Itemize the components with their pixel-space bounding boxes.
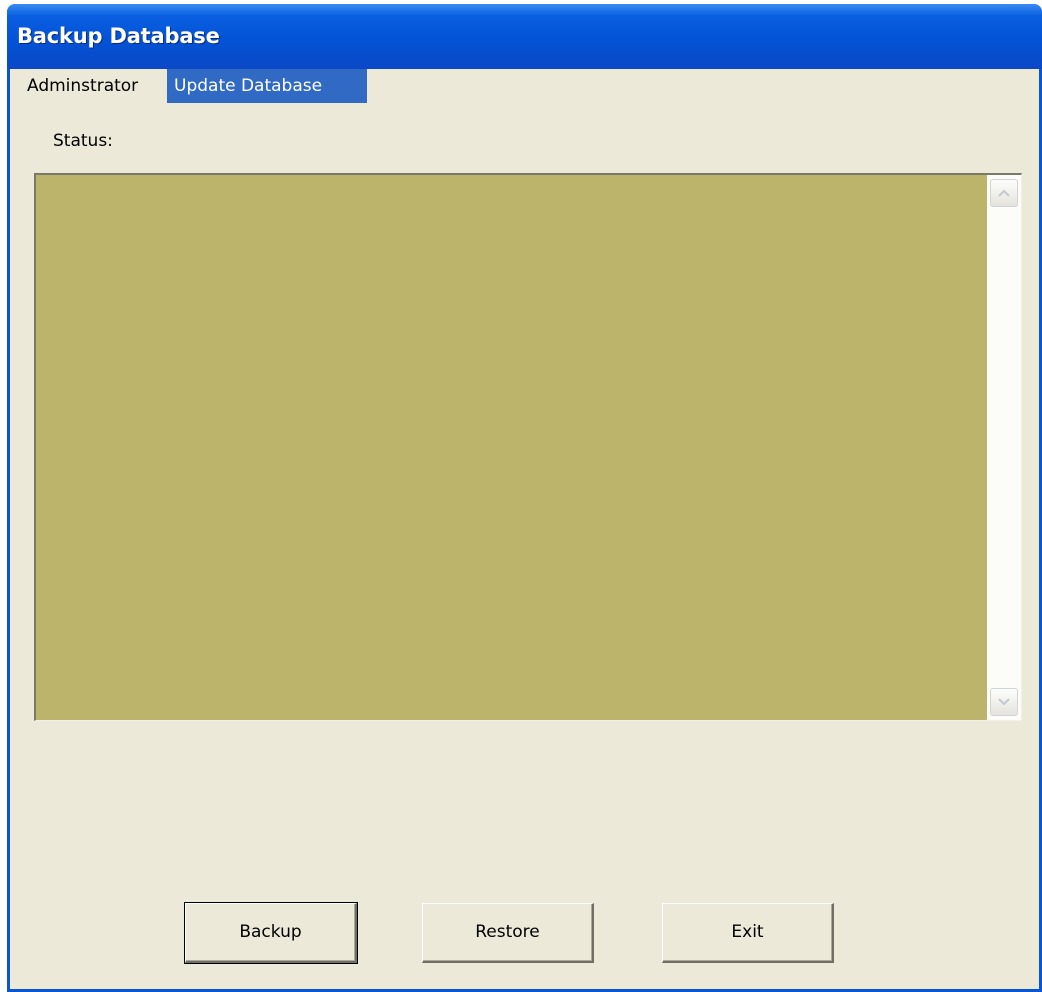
window-title: Backup Database [17,24,220,48]
chevron-up-icon [998,189,1010,197]
vertical-scrollbar[interactable] [987,175,1021,720]
menu-item-update-database[interactable]: Update Database [167,69,367,103]
menu-bar: Adminstrator Update Database [10,69,1039,103]
restore-button[interactable]: Restore [422,903,594,963]
menu-item-adminstrator[interactable]: Adminstrator [20,69,145,103]
backup-button[interactable]: Backup [184,902,358,964]
backup-database-window: Backup Database Adminstrator Update Data… [7,4,1042,992]
status-label: Status: [53,131,113,151]
scroll-down-button[interactable] [990,688,1018,716]
scroll-up-button[interactable] [990,179,1018,207]
dialog-body: Status: Backup Restore Exit [10,103,1039,989]
title-bar[interactable]: Backup Database [7,4,1042,69]
chevron-down-icon [998,698,1010,706]
exit-button[interactable]: Exit [662,903,834,963]
status-textarea[interactable] [34,173,1022,721]
